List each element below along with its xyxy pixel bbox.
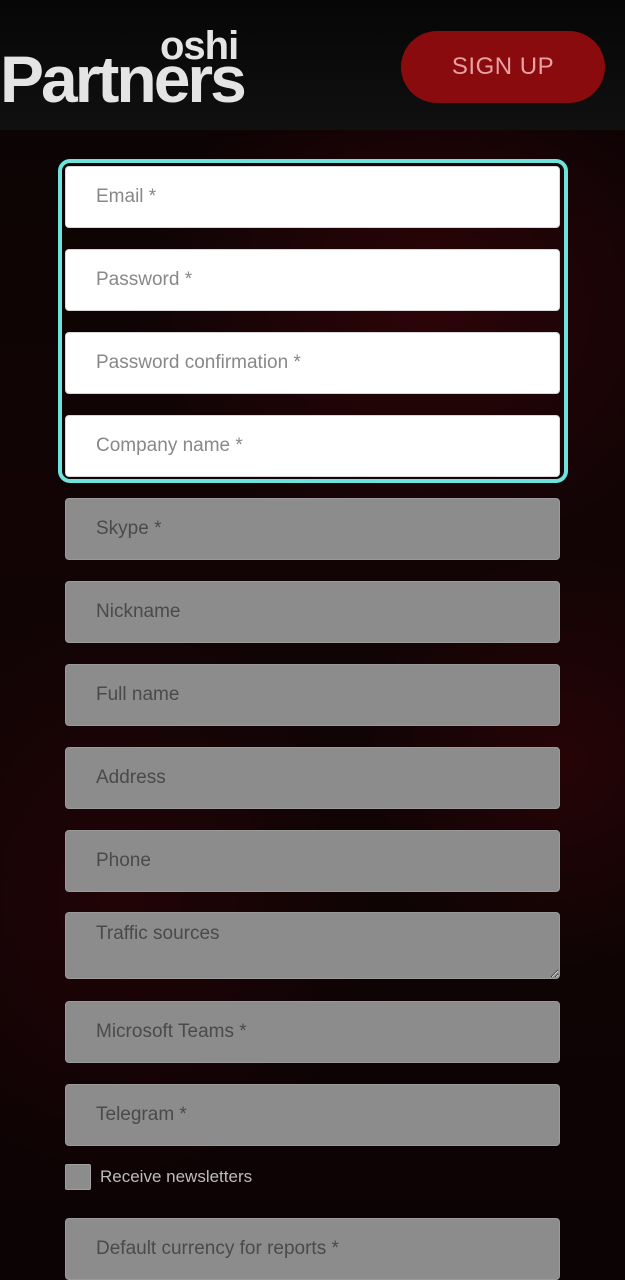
logo-partners-text: Partners: [0, 42, 247, 116]
nickname-input[interactable]: [65, 581, 560, 643]
full-name-input[interactable]: [65, 664, 560, 726]
skype-input[interactable]: [65, 498, 560, 560]
phone-input[interactable]: [65, 830, 560, 892]
logo[interactable]: oshi Partners: [0, 26, 250, 116]
password-input[interactable]: [65, 249, 560, 311]
header: oshi Partners SIGN UP: [0, 0, 625, 130]
sign-up-button[interactable]: SIGN UP: [401, 31, 605, 103]
address-input[interactable]: [65, 747, 560, 809]
company-name-input[interactable]: [65, 415, 560, 477]
password-confirmation-input[interactable]: [65, 332, 560, 394]
microsoft-teams-input[interactable]: [65, 1001, 560, 1063]
telegram-input[interactable]: [65, 1084, 560, 1146]
traffic-sources-textarea[interactable]: [65, 912, 560, 979]
email-input[interactable]: [65, 166, 560, 228]
default-currency-select[interactable]: [65, 1218, 560, 1280]
newsletter-checkbox[interactable]: [65, 1164, 91, 1190]
newsletter-label[interactable]: Receive newsletters: [100, 1167, 252, 1187]
newsletter-row: Receive newsletters: [65, 1163, 252, 1191]
